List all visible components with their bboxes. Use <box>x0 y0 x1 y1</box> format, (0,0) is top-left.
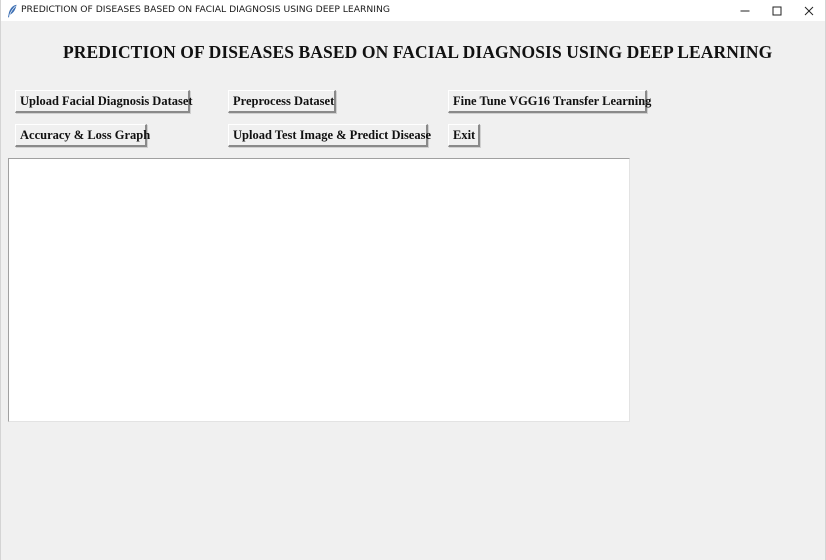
maximize-button[interactable] <box>761 0 793 21</box>
close-button[interactable] <box>793 0 825 21</box>
feather-icon <box>6 3 18 18</box>
minimize-button[interactable] <box>729 0 761 21</box>
upload-dataset-button[interactable]: Upload Facial Diagnosis Dataset <box>15 90 193 113</box>
app-window: PREDICTION OF DISEASES BASED ON FACIAL D… <box>0 0 826 560</box>
finetune-vgg16-button[interactable]: Fine Tune VGG16 Transfer Learning <box>448 90 651 113</box>
close-icon <box>804 6 814 16</box>
output-text-area[interactable] <box>8 158 630 422</box>
title-bar[interactable]: PREDICTION OF DISEASES BASED ON FACIAL D… <box>1 0 825 21</box>
page-title: PREDICTION OF DISEASES BASED ON FACIAL D… <box>63 42 773 62</box>
upload-test-image-button[interactable]: Upload Test Image & Predict Disease <box>228 124 431 147</box>
preprocess-dataset-button[interactable]: Preprocess Dataset <box>228 90 336 113</box>
window-title: PREDICTION OF DISEASES BASED ON FACIAL D… <box>21 4 390 15</box>
minimize-icon <box>740 6 750 16</box>
maximize-icon <box>772 6 782 16</box>
exit-button[interactable]: Exit <box>448 124 480 147</box>
accuracy-loss-graph-button[interactable]: Accuracy & Loss Graph <box>15 124 150 147</box>
